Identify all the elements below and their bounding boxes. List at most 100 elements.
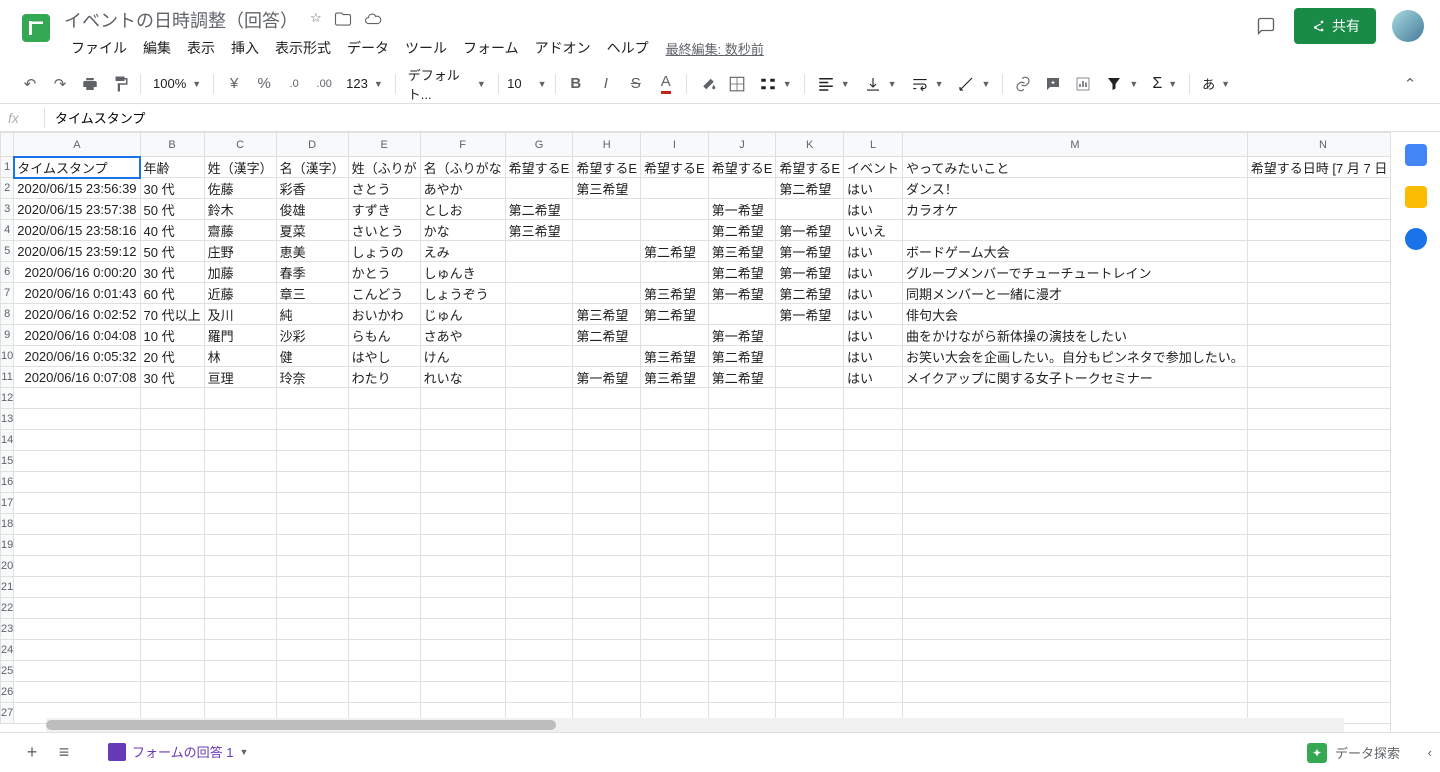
menu-edit[interactable]: 編集 [136, 34, 178, 62]
cell-E10[interactable]: はやし [348, 346, 420, 367]
cell-N17[interactable] [1247, 493, 1390, 514]
cell-B8[interactable]: 70 代以上 [140, 304, 204, 325]
row-header-9[interactable]: 9 [1, 325, 14, 346]
row-header-18[interactable]: 18 [1, 514, 14, 535]
cloud-icon[interactable] [364, 10, 382, 31]
cell-J13[interactable] [708, 409, 776, 430]
cell-L26[interactable] [844, 682, 903, 703]
cell-H13[interactable] [573, 409, 641, 430]
cell-N7[interactable] [1247, 283, 1390, 304]
cell-H8[interactable]: 第三希望 [573, 304, 641, 325]
cell-A21[interactable] [14, 577, 140, 598]
cell-N2[interactable] [1247, 178, 1390, 199]
row-header-26[interactable]: 26 [1, 682, 14, 703]
cell-F6[interactable]: しゅんき [420, 262, 505, 283]
cell-K9[interactable] [776, 325, 844, 346]
cell-I18[interactable] [641, 514, 709, 535]
cell-A12[interactable] [14, 388, 140, 409]
cell-I24[interactable] [641, 640, 709, 661]
cell-K25[interactable] [776, 661, 844, 682]
cell-I9[interactable] [641, 325, 709, 346]
col-header-H[interactable]: H [573, 133, 641, 157]
cell-C10[interactable]: 林 [204, 346, 276, 367]
cell-H3[interactable] [573, 199, 641, 220]
cell-G14[interactable] [505, 430, 573, 451]
cell-M5[interactable]: ボードゲーム大会 [903, 241, 1248, 262]
cell-F25[interactable] [420, 661, 505, 682]
cell-F8[interactable]: じゅん [420, 304, 505, 325]
cell-N26[interactable] [1247, 682, 1390, 703]
cell-L3[interactable]: はい [844, 199, 903, 220]
cell-F9[interactable]: さあや [420, 325, 505, 346]
sheet-tab-dropdown-icon[interactable]: ▼ [239, 747, 248, 757]
doc-title[interactable]: イベントの日時調整（回答） [64, 7, 298, 33]
cell-D15[interactable] [276, 451, 348, 472]
cell-D23[interactable] [276, 619, 348, 640]
font-select[interactable]: デフォルト...▼ [402, 71, 492, 97]
cell-I16[interactable] [641, 472, 709, 493]
cell-G5[interactable] [505, 241, 573, 262]
cell-F11[interactable]: れいな [420, 367, 505, 388]
cell-N5[interactable] [1247, 241, 1390, 262]
cell-B18[interactable] [140, 514, 204, 535]
cell-C17[interactable] [204, 493, 276, 514]
cell-M13[interactable] [903, 409, 1248, 430]
menu-form[interactable]: フォーム [456, 34, 526, 62]
rotate-button[interactable]: ▼ [951, 71, 996, 97]
cell-K13[interactable] [776, 409, 844, 430]
cell-N6[interactable] [1247, 262, 1390, 283]
cell-I3[interactable] [641, 199, 709, 220]
cell-F20[interactable] [420, 556, 505, 577]
cell-I11[interactable]: 第三希望 [641, 367, 709, 388]
col-header-M[interactable]: M [903, 133, 1248, 157]
cell-A10[interactable]: 2020/06/16 0:05:32 [14, 346, 140, 367]
cell-A7[interactable]: 2020/06/16 0:01:43 [14, 283, 140, 304]
cell-G1[interactable]: 希望するE [505, 157, 573, 178]
cell-H17[interactable] [573, 493, 641, 514]
cell-F15[interactable] [420, 451, 505, 472]
cell-F22[interactable] [420, 598, 505, 619]
cell-F14[interactable] [420, 430, 505, 451]
cell-M11[interactable]: メイクアップに関する女子トークセミナー [903, 367, 1248, 388]
cell-L2[interactable]: はい [844, 178, 903, 199]
star-icon[interactable]: ☆ [310, 10, 322, 31]
col-header-G[interactable]: G [505, 133, 573, 157]
cell-D19[interactable] [276, 535, 348, 556]
row-header-23[interactable]: 23 [1, 619, 14, 640]
cell-N21[interactable] [1247, 577, 1390, 598]
row-header-15[interactable]: 15 [1, 451, 14, 472]
cell-E23[interactable] [348, 619, 420, 640]
cell-C6[interactable]: 加藤 [204, 262, 276, 283]
cell-J20[interactable] [708, 556, 776, 577]
cell-F13[interactable] [420, 409, 505, 430]
cell-H21[interactable] [573, 577, 641, 598]
cell-I5[interactable]: 第二希望 [641, 241, 709, 262]
cell-F12[interactable] [420, 388, 505, 409]
cell-A6[interactable]: 2020/06/16 0:00:20 [14, 262, 140, 283]
cell-G11[interactable] [505, 367, 573, 388]
cell-J12[interactable] [708, 388, 776, 409]
wrap-button[interactable]: ▼ [905, 71, 950, 97]
cell-B6[interactable]: 30 代 [140, 262, 204, 283]
cell-B14[interactable] [140, 430, 204, 451]
cell-A26[interactable] [14, 682, 140, 703]
row-header-20[interactable]: 20 [1, 556, 14, 577]
cell-M24[interactable] [903, 640, 1248, 661]
cell-E8[interactable]: おいかわ [348, 304, 420, 325]
cell-K3[interactable] [776, 199, 844, 220]
cell-M8[interactable]: 俳句大会 [903, 304, 1248, 325]
cell-L9[interactable]: はい [844, 325, 903, 346]
menu-data[interactable]: データ [340, 34, 396, 62]
cell-K8[interactable]: 第一希望 [776, 304, 844, 325]
col-header-N[interactable]: N [1247, 133, 1390, 157]
cell-I15[interactable] [641, 451, 709, 472]
cell-C7[interactable]: 近藤 [204, 283, 276, 304]
cell-G13[interactable] [505, 409, 573, 430]
cell-M7[interactable]: 同期メンバーと一緒に漫才 [903, 283, 1248, 304]
cell-H20[interactable] [573, 556, 641, 577]
row-header-16[interactable]: 16 [1, 472, 14, 493]
cell-C1[interactable]: 姓（漢字） [204, 157, 276, 178]
paint-format-button[interactable] [106, 70, 134, 98]
cell-H1[interactable]: 希望するE [573, 157, 641, 178]
row-header-19[interactable]: 19 [1, 535, 14, 556]
